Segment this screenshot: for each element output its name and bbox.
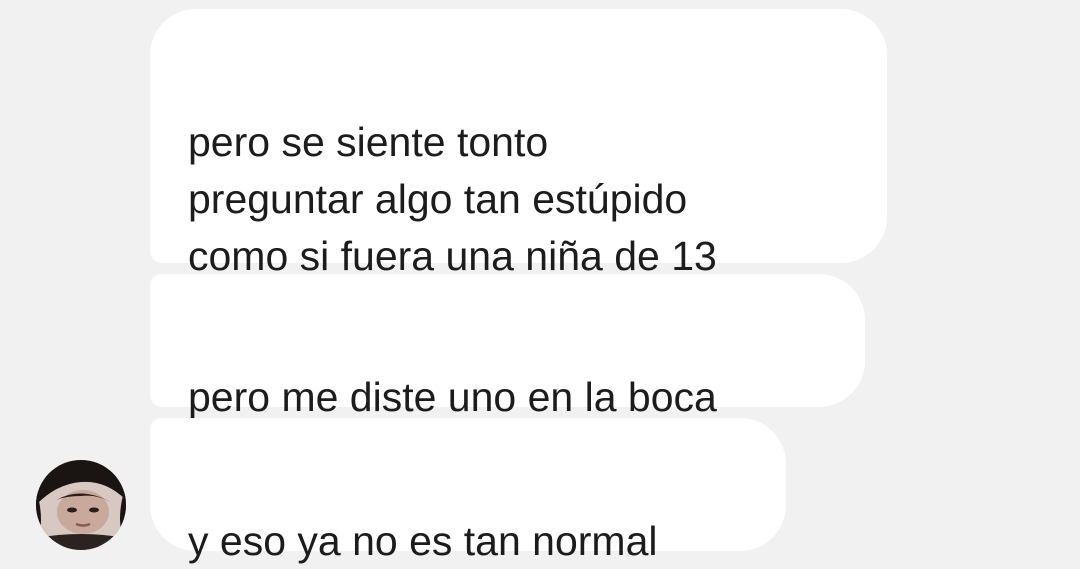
message-bubble[interactable]: pero me diste uno en la boca: [150, 274, 865, 420]
message-text: pero me diste uno en la boca: [188, 374, 717, 420]
profile-photo-icon: [36, 460, 126, 550]
message-bubble[interactable]: pero se siente tonto preguntar algo tan …: [150, 9, 887, 279]
message-bubble[interactable]: y eso ya no es tan normal: [150, 418, 786, 564]
sender-avatar[interactable]: [36, 460, 126, 550]
message-text: pero se siente tonto preguntar algo tan …: [188, 119, 717, 279]
chat-thread: pero se siente tonto preguntar algo tan …: [0, 0, 1080, 569]
message-text: y eso ya no es tan normal: [188, 518, 658, 564]
